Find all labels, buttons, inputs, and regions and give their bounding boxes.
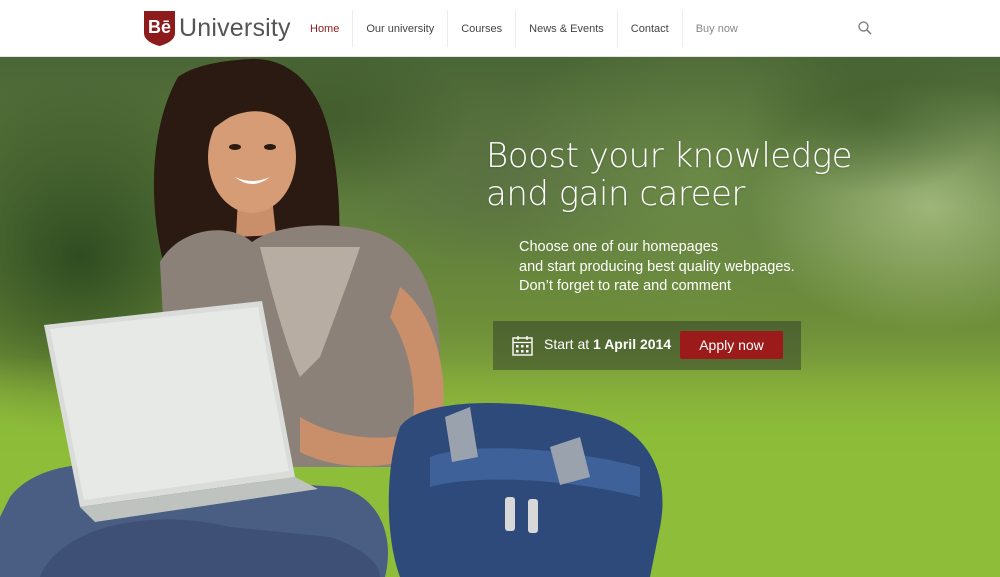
- main-nav: Home Our university Courses News & Event…: [297, 10, 751, 47]
- nav-item-our-university[interactable]: Our university: [353, 10, 449, 47]
- nav-item-courses[interactable]: Courses: [448, 10, 517, 47]
- start-date-prefix: Start at: [544, 336, 590, 352]
- hero-banner: Boost your knowledge and gain career Cho…: [0, 57, 1000, 577]
- subtext-line-1: Choose one of our homepages: [519, 239, 719, 255]
- logo-shield-icon: Bē: [143, 10, 176, 47]
- site-logo[interactable]: Bē University: [143, 10, 291, 47]
- search-icon[interactable]: [857, 20, 873, 36]
- subtext-line-3: Don’t forget to rate and comment: [519, 278, 731, 294]
- logo-text: University: [179, 14, 291, 42]
- calendar-icon: [512, 335, 533, 356]
- start-date-text: Start at 1 April 2014: [544, 336, 671, 352]
- logo-mark: Bē: [148, 17, 171, 37]
- enrollment-cta-box: Start at 1 April 2014 Apply now: [493, 321, 801, 370]
- apply-now-button[interactable]: Apply now: [680, 331, 783, 359]
- start-date-value: 1 April 2014: [593, 336, 672, 352]
- hero-headline: Boost your knowledge and gain career: [486, 137, 906, 213]
- nav-item-contact[interactable]: Contact: [618, 10, 683, 47]
- site-header: Bē University Home Our university Course…: [0, 0, 1000, 57]
- hero-subtext: Choose one of our homepages and start pr…: [519, 238, 899, 297]
- student-with-laptop-image: [0, 58, 663, 577]
- headline-line-2: and gain career: [486, 174, 745, 214]
- nav-item-home[interactable]: Home: [297, 10, 354, 47]
- headline-line-1: Boost your knowledge: [486, 136, 853, 176]
- subtext-line-2: and start producing best quality webpage…: [519, 258, 795, 275]
- nav-item-buy-now[interactable]: Buy now: [683, 10, 751, 47]
- nav-item-news-events[interactable]: News & Events: [516, 10, 618, 47]
